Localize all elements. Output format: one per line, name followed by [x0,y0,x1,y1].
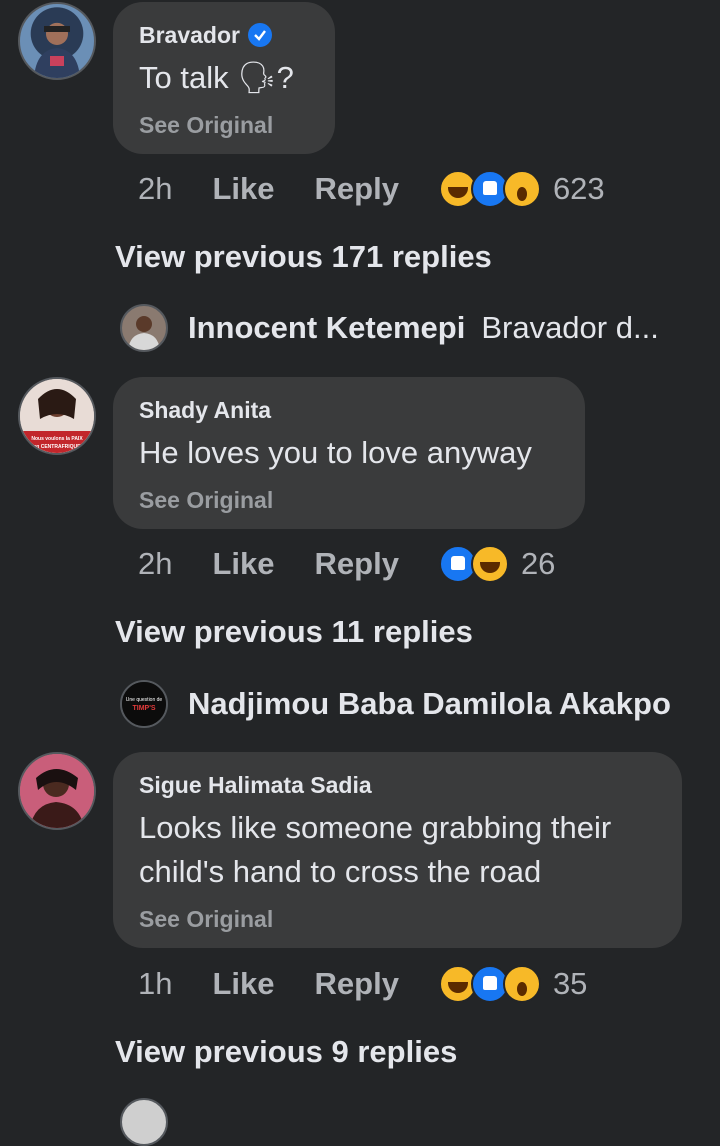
like-button[interactable]: Like [212,171,274,207]
wow-reaction-icon [502,170,541,208]
reply-text: Bravador d... [481,310,659,345]
comment-text: Looks like someone grabbing their child'… [139,806,656,894]
reaction-count[interactable]: 26 [521,546,555,582]
view-previous-replies[interactable]: View previous 11 replies [115,614,473,650]
view-previous-replies[interactable]: View previous 9 replies [115,1034,457,1070]
comment-actions: 2h Like Reply 623 [138,170,605,208]
see-original-link[interactable]: See Original [139,906,656,933]
comment-actions: 1h Like Reply 35 [138,965,587,1003]
view-previous-replies[interactable]: View previous 171 replies [115,239,492,275]
comment-time[interactable]: 2h [138,171,172,207]
svg-text:Une question de: Une question de [126,697,163,703]
haha-reaction-icon [470,545,509,583]
reactions-summary[interactable] [438,965,541,1003]
comment-actions: 2h Like Reply 26 [138,545,555,583]
comment-author[interactable]: Sigue Halimata Sadia [139,772,656,798]
comment-bubble: Bravador To talk 🗣? See Original [113,2,335,154]
reply-avatar [120,304,168,352]
avatar[interactable]: Nous voulons la PAIX en CENTRAFRIQUE [18,377,96,455]
svg-text:TIMP'S: TIMP'S [132,705,155,712]
reply-author[interactable]: Innocent Ketemepi [188,310,465,346]
avatar-image: Nous voulons la PAIX en CENTRAFRIQUE [20,379,94,453]
reply-button[interactable]: Reply [315,546,399,582]
comment-time[interactable]: 2h [138,546,172,582]
avatar-image [34,23,80,78]
comment-author[interactable]: Bravador [139,22,309,48]
last-reply-preview[interactable]: Une question de TIMP'S Nadjimou Baba Dam… [120,680,671,728]
verified-badge-icon [247,23,272,47]
comment-author[interactable]: Shady Anita [139,397,559,423]
comment-time[interactable]: 1h [138,966,172,1002]
wow-reaction-icon [502,965,541,1003]
reply-avatar: Une question de TIMP'S [120,680,168,728]
reply-button[interactable]: Reply [315,966,399,1002]
like-button[interactable]: Like [212,546,274,582]
avatar[interactable] [18,2,96,80]
svg-text:Nous voulons la PAIX: Nous voulons la PAIX [31,436,83,442]
comment-text-line: Looks like someone grabbing their [139,810,612,845]
reply-button[interactable]: Reply [315,171,399,207]
like-button[interactable]: Like [212,966,274,1002]
avatar-image [128,316,160,350]
svg-text:en CENTRAFRIQUE: en CENTRAFRIQUE [34,444,82,450]
reaction-count[interactable]: 623 [553,171,605,207]
avatar[interactable] [18,752,96,830]
reactions-summary[interactable] [438,545,509,583]
see-original-link[interactable]: See Original [139,487,559,514]
reactions-summary[interactable] [438,170,541,208]
comment-bubble: Shady Anita He loves you to love anyway … [113,377,585,529]
avatar-image [20,754,94,828]
reaction-count[interactable]: 35 [553,966,587,1002]
comment-bubble: Sigue Halimata Sadia Looks like someone … [113,752,682,948]
see-original-link[interactable]: See Original [139,112,309,139]
comment-text-line: child's hand to cross the road [139,854,542,889]
avatar-image: Une question de TIMP'S [122,682,166,726]
avatar[interactable] [120,1098,168,1146]
comment-text: He loves you to love anyway [139,435,532,470]
reply-author[interactable]: Nadjimou Baba Damilola Akakpo [188,686,671,722]
comment-text: To talk 🗣? [139,60,294,95]
last-reply-preview[interactable]: Innocent Ketemepi Bravador d... [120,304,659,352]
